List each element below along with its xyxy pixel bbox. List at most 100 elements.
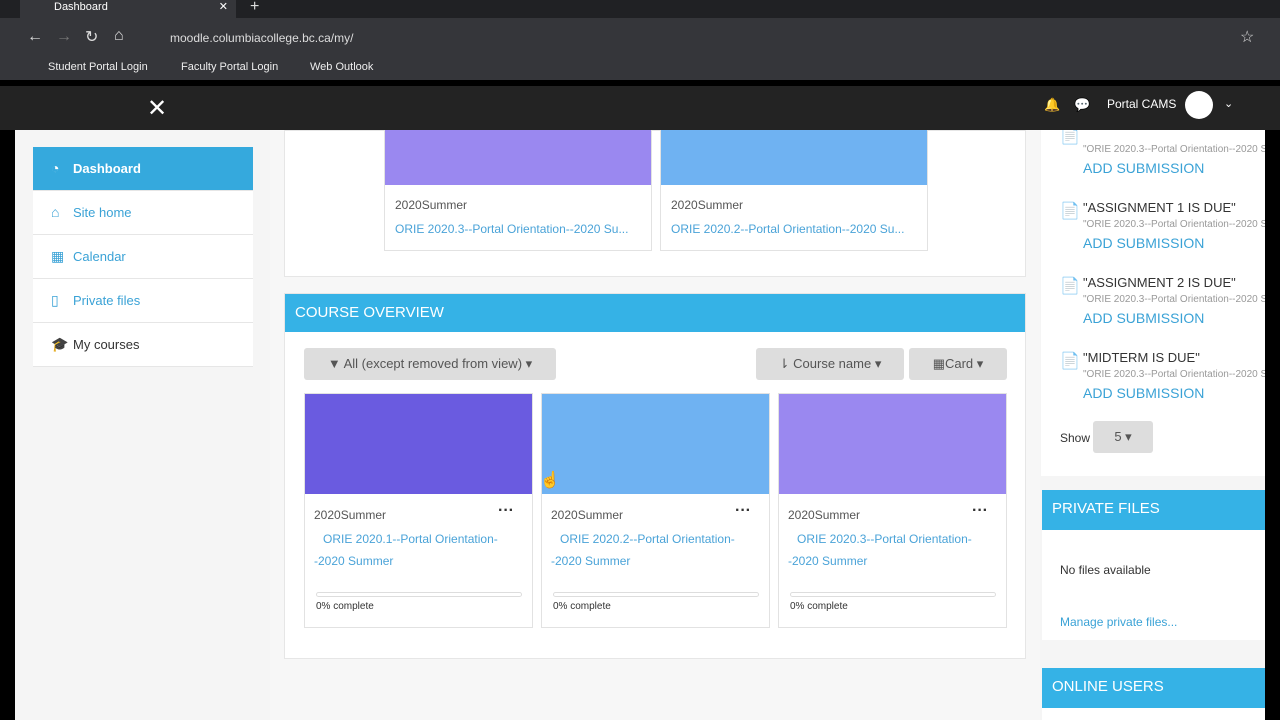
close-drawer-icon[interactable]: ✕ — [147, 94, 167, 123]
add-submission-link[interactable]: ADD SUBMISSION — [1083, 310, 1204, 326]
assignment-icon: 📄 — [1060, 353, 1080, 370]
view-dropdown[interactable]: ▦Card ▾ — [909, 348, 1007, 380]
bookmark-web-outlook[interactable]: Web Outlook — [310, 61, 373, 73]
page: ◔ Dashboard ⌂ Site home ▦ Calendar ▯ Private… — [15, 130, 1265, 720]
recent-courses-block: 2020Summer ORIE 2020.3--Portal Orientati… — [284, 130, 1026, 277]
course-card[interactable]: 2020Summer ··· ORIE 2020.3--Portal Orien… — [778, 393, 1007, 628]
file-icon: ▯ — [51, 292, 59, 308]
add-submission-link[interactable]: ADD SUBMISSION — [1083, 160, 1204, 176]
course-category: 2020Summer — [314, 508, 387, 522]
course-card[interactable]: 2020Summer ··· ORIE 2020.1--Portal Orien… — [304, 393, 533, 628]
filter-dropdown[interactable]: ▼ All (except removed from view) ▾ — [304, 348, 556, 380]
block-title: COURSE OVERVIEW — [285, 294, 1025, 332]
course-overview-block: COURSE OVERVIEW ▼ All (except removed fr… — [284, 293, 1026, 659]
course-link[interactable]: ORIE 2020.2--Portal Orientation--2020 Su… — [551, 528, 751, 572]
sidebar-item-label: Dashboard — [73, 161, 141, 176]
course-link[interactable]: ORIE 2020.2--Portal Orientation--2020 Su… — [671, 218, 904, 240]
nav-drawer: ◔ Dashboard ⌂ Site home ▦ Calendar ▯ Private… — [33, 147, 253, 367]
browser-tab[interactable]: Dashboard ✕ — [20, 0, 236, 18]
course-category: 2020Summer — [788, 508, 861, 522]
progress-bar — [316, 592, 522, 597]
sidebar-item-label: My courses — [73, 337, 140, 352]
user-name[interactable]: Portal CAMS — [1107, 97, 1176, 111]
more-actions-icon[interactable]: ··· — [735, 502, 751, 520]
event-course: "ORIE 2020.3--Portal Orientation--2020 S — [1083, 219, 1265, 230]
main-region: 2020Summer ORIE 2020.3--Portal Orientati… — [270, 130, 1040, 720]
bell-icon[interactable]: 🔔 — [1044, 97, 1060, 113]
progress-text: 0% complete — [553, 601, 611, 612]
course-link[interactable]: ORIE 2020.3--Portal Orientation--2020 Su… — [788, 528, 988, 572]
course-link[interactable]: ORIE 2020.3--Portal Orientation--2020 Su… — [395, 218, 628, 240]
manage-private-files-link[interactable]: Manage private files... — [1060, 615, 1177, 629]
home-icon[interactable]: ⌂ — [114, 27, 124, 45]
calendar-icon: ▦ — [51, 248, 65, 264]
course-image — [305, 394, 532, 494]
event-course: "ORIE 2020.3--Portal Orientation--2020 S — [1083, 294, 1265, 305]
mouse-cursor-icon: ☝ — [540, 472, 560, 489]
course-image — [542, 394, 769, 494]
sidebar-item-dashboard[interactable]: ◔ Dashboard — [33, 147, 253, 191]
event-title[interactable]: "ASSIGNMENT 1 IS DUE" — [1083, 200, 1236, 215]
course-image — [385, 130, 651, 185]
forward-icon[interactable]: → — [56, 28, 72, 46]
sidebar-item-label: Calendar — [73, 249, 126, 264]
show-label: Show — [1060, 431, 1091, 445]
sidebar-item-private-files[interactable]: ▯ Private files — [33, 279, 253, 323]
show-count-value: 5 — [1114, 429, 1122, 444]
online-users-block: ONLINE USERS — [1042, 668, 1265, 720]
event-title[interactable]: "ASSIGNMENT 2 IS DUE" — [1083, 275, 1236, 290]
progress-bar — [553, 592, 759, 597]
sidebar-item-calendar[interactable]: ▦ Calendar — [33, 235, 253, 279]
course-category: 2020Summer — [395, 198, 468, 212]
progress-text: 0% complete — [316, 601, 374, 612]
bookmark-faculty-portal[interactable]: Faculty Portal Login — [181, 61, 278, 73]
sidebar-item-my-courses[interactable]: 🎓 My courses — [33, 323, 253, 367]
course-card[interactable]: 2020Summer ··· ORIE 2020.2--Portal Orien… — [541, 393, 770, 628]
private-files-block: PRIVATE FILES No files available Manage … — [1042, 490, 1265, 640]
add-submission-link[interactable]: ADD SUBMISSION — [1083, 385, 1204, 401]
course-category: 2020Summer — [551, 508, 624, 522]
sort-dropdown[interactable]: ⇂ Course name ▾ — [756, 348, 904, 380]
new-tab-icon[interactable]: + — [250, 0, 259, 16]
reload-icon[interactable]: ↻ — [85, 27, 98, 47]
recent-course-card[interactable]: 2020Summer ORIE 2020.3--Portal Orientati… — [384, 130, 652, 251]
course-link[interactable]: ORIE 2020.1--Portal Orientation--2020 Su… — [314, 528, 514, 572]
bookmarks-bar: Student Portal Login Faculty Portal Logi… — [0, 56, 1280, 80]
home-icon: ⌂ — [51, 204, 60, 220]
filter-label: All (except removed from view) — [343, 356, 523, 371]
event-title[interactable]: "MIDTERM IS DUE" — [1083, 350, 1200, 365]
close-tab-icon[interactable]: ✕ — [219, 0, 228, 13]
star-icon[interactable]: ☆ — [1240, 27, 1254, 47]
timeline-block: 📄 "ORIE 2020.3--Portal Orientation--2020… — [1041, 130, 1265, 476]
block-title: PRIVATE FILES — [1042, 490, 1265, 530]
address-bar[interactable]: moodle.columbiacollege.bc.ca/my/ — [170, 31, 353, 45]
course-image — [779, 394, 1006, 494]
sidebar-item-site-home[interactable]: ⌂ Site home — [33, 191, 253, 235]
course-category: 2020Summer — [671, 198, 744, 212]
block-title: ONLINE USERS — [1042, 668, 1265, 708]
sidebar-item-label: Site home — [73, 205, 132, 220]
sidebar-item-label: Private files — [73, 293, 141, 308]
graduation-cap-icon: 🎓 — [51, 336, 69, 352]
more-actions-icon[interactable]: ··· — [498, 502, 514, 520]
moodle-navbar: ✕ 🔔 💬 Portal CAMS ⌄ — [0, 86, 1280, 130]
sort-label: Course name — [793, 356, 872, 371]
course-image — [661, 130, 927, 185]
chat-icon[interactable]: 💬 — [1074, 97, 1090, 113]
event-course: "ORIE 2020.3--Portal Orientation--2020 S — [1083, 369, 1265, 380]
chevron-down-icon[interactable]: ⌄ — [1224, 97, 1233, 110]
assignment-icon: 📄 — [1060, 130, 1080, 145]
progress-text: 0% complete — [790, 601, 848, 612]
back-icon[interactable]: ← — [27, 28, 43, 46]
view-label: Card — [944, 356, 974, 371]
dashboard-icon: ◔ — [51, 160, 60, 176]
show-count-dropdown[interactable]: 5 ▾ — [1093, 421, 1153, 453]
add-submission-link[interactable]: ADD SUBMISSION — [1083, 235, 1204, 251]
more-actions-icon[interactable]: ··· — [972, 502, 988, 520]
assignment-icon: 📄 — [1060, 278, 1080, 295]
progress-bar — [790, 592, 996, 597]
bookmark-student-portal[interactable]: Student Portal Login — [48, 61, 148, 73]
avatar[interactable] — [1185, 91, 1213, 119]
recent-course-card[interactable]: 2020Summer ORIE 2020.2--Portal Orientati… — [660, 130, 928, 251]
assignment-icon: 📄 — [1060, 203, 1080, 220]
